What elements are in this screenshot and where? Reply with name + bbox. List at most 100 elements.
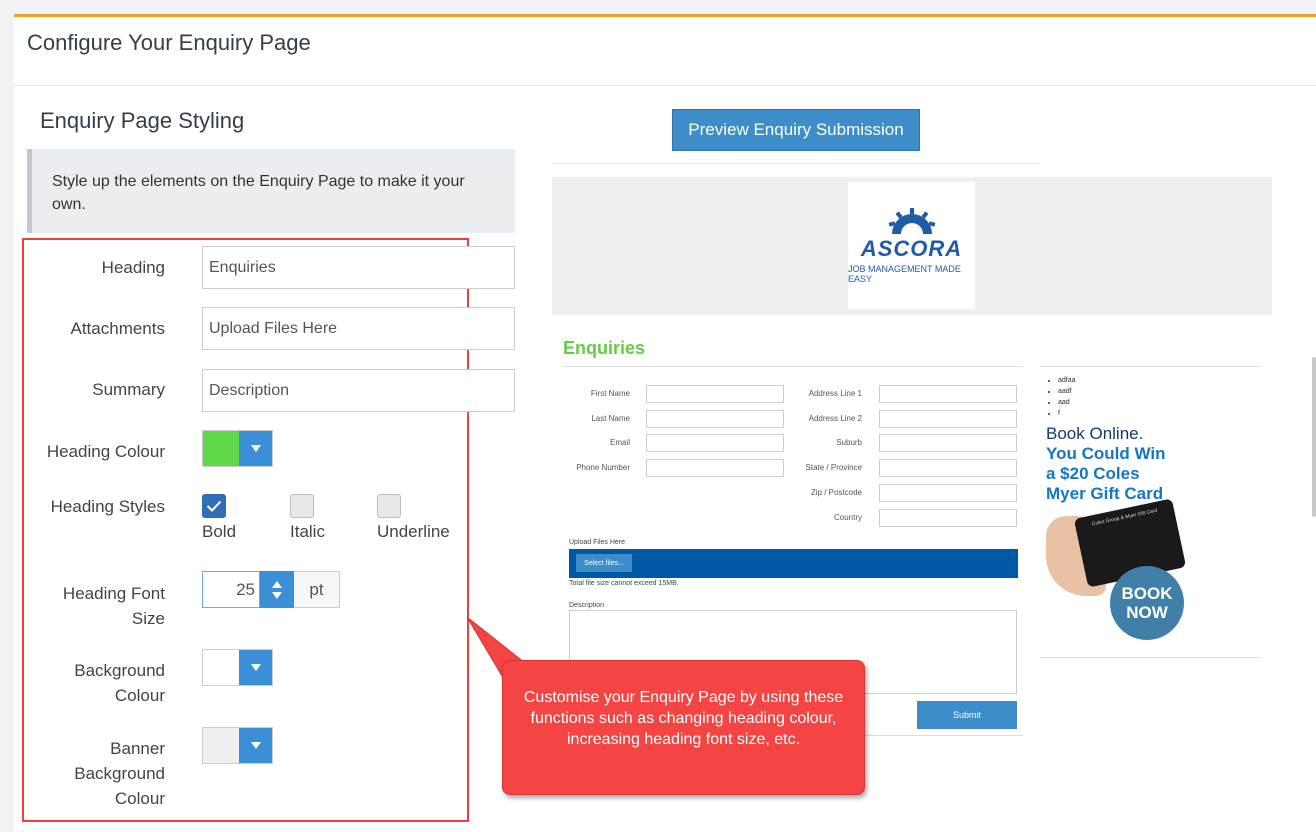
first-name-input[interactable] [646,385,784,403]
select-files-button[interactable]: Select files... [576,554,632,572]
font-size-unit: pt [294,571,340,608]
address1-label: Address Line 1 [808,389,862,398]
chevron-down-icon[interactable] [239,650,272,685]
logo-tagline: JOB MANAGEMENT MADE EASY [848,263,961,284]
background-colour-label: Background Colour [15,658,165,708]
upload-dropzone[interactable]: Select files... [569,549,1018,578]
gift-card-text: Coles Group & Myer Gift Card [1091,507,1158,528]
email-label: Email [609,438,630,447]
ad-line2: You Could Win [1046,444,1166,463]
heading-colour-label: Heading Colour [46,442,165,461]
italic-label: Italic [290,522,325,541]
panel-header: Configure Your Enquiry Page [14,17,1316,86]
italic-checkbox[interactable] [290,494,314,518]
background-colour-label-line1: Background [74,661,165,680]
check-icon [206,500,222,512]
now-label: NOW [1126,603,1168,622]
font-size-label-line1: Heading Font [62,584,165,603]
phone-label: Phone Number [576,463,630,472]
page-title: Configure Your Enquiry Page [27,30,311,55]
ad-line4: Myer Gift Card [1046,484,1164,503]
address2-input[interactable] [879,410,1017,428]
underline-option[interactable]: Underline [377,494,450,542]
divider [1040,657,1261,658]
font-size-stepper[interactable]: 25 pt [202,571,340,608]
country-label: Country [833,513,862,522]
attachments-input[interactable] [202,307,515,350]
heading-styles-label: Heading Styles [50,497,165,516]
list-item: adfaa [1058,375,1076,386]
last-name-input[interactable] [646,410,784,428]
background-colour-swatch [203,650,239,685]
state-input[interactable] [879,459,1017,477]
preview-banner: ASCORA JOB MANAGEMENT MADE EASY [552,177,1272,315]
banner-label-line2: Background [74,764,165,783]
summary-label: Summary [92,380,165,399]
preview-heading: Enquiries [563,338,646,358]
upload-label: Upload Files Here [569,539,626,546]
ad-line1: Book Online. [1046,424,1144,443]
underline-checkbox[interactable] [377,494,401,518]
bold-option[interactable]: Bold [202,494,236,542]
gift-card-ad[interactable]: Book Online. You Could Win a $20 Coles M… [1046,424,1196,644]
ascora-logo: ASCORA JOB MANAGEMENT MADE EASY [848,182,975,309]
summary-input[interactable] [202,369,515,412]
info-note: Style up the elements on the Enquiry Pag… [27,149,515,233]
upload-size-note: Total file size cannot exceed 15MB. [569,580,679,587]
banner-background-colour-picker[interactable] [202,727,273,764]
country-input[interactable] [879,509,1017,527]
callout-tooltip: Customise your Enquiry Page by using the… [502,660,865,795]
email-input[interactable] [646,434,784,452]
font-size-value[interactable]: 25 [202,571,260,608]
background-colour-label-line2: Colour [114,686,165,705]
background-colour-picker[interactable] [202,649,273,686]
chevron-down-icon[interactable] [272,591,282,599]
list-item: f [1058,408,1076,419]
heading-label: Heading [101,258,165,277]
chevron-up-icon[interactable] [272,580,282,588]
suburb-label: Suburb [836,438,862,447]
gear-icon [888,207,935,234]
chevron-down-icon[interactable] [239,728,272,763]
list-item: aad [1058,397,1076,408]
banner-background-colour-label: Banner Background Colour [15,736,165,811]
submit-button[interactable]: Submit [917,701,1017,729]
divider [552,163,1040,164]
italic-option[interactable]: Italic [290,494,325,542]
scrollbar[interactable] [1312,357,1316,517]
font-size-label-line2: Size [131,609,165,628]
heading-colour-swatch [203,431,239,466]
attachments-label: Attachments [70,319,166,338]
heading-input[interactable] [202,246,515,289]
chevron-down-icon[interactable] [239,431,272,466]
zip-input[interactable] [879,484,1017,502]
bold-label: Bold [202,522,237,541]
book-now-badge[interactable]: BOOK NOW [1110,566,1184,640]
last-name-label: Last Name [591,414,630,423]
address1-input[interactable] [879,385,1017,403]
banner-label-line1: Banner [110,739,165,758]
banner-label-line3: Colour [114,789,165,808]
phone-input[interactable] [646,459,784,477]
first-name-label: First Name [590,389,630,398]
state-label: State / Province [805,463,862,472]
logo-wordmark: ASCORA [860,235,963,261]
address2-label: Address Line 2 [808,414,862,423]
ad-line3: a $20 Coles [1046,464,1140,483]
book-label: BOOK [1121,584,1173,603]
underline-label: Underline [377,522,450,541]
font-size-label: Heading Font Size [15,581,165,631]
heading-colour-picker[interactable] [202,430,273,467]
suburb-input[interactable] [879,434,1017,452]
divider [1040,366,1261,367]
bold-checkbox[interactable] [202,494,226,518]
section-title: Enquiry Page Styling [40,108,245,133]
zip-label: Zip / Postcode [810,488,862,497]
bullet-list: adfaa aadf aad f [1058,375,1076,419]
banner-background-colour-swatch [203,728,239,763]
font-size-spinner[interactable] [260,571,294,608]
preview-enquiry-button[interactable]: Preview Enquiry Submission [672,109,920,151]
description-label: Description [569,602,605,609]
divider [563,366,1023,367]
list-item: aadf [1058,386,1076,397]
